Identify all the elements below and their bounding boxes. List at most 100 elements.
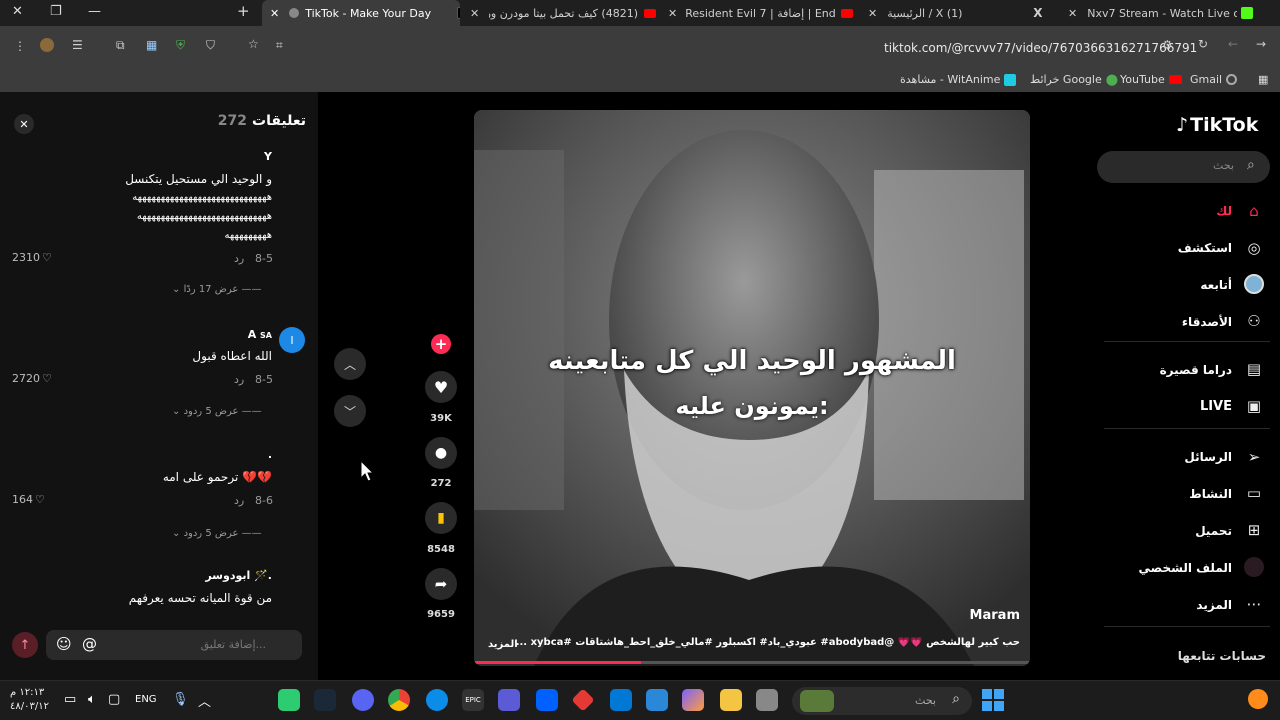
app-icon[interactable] — [278, 689, 300, 711]
comment-input[interactable]: ☺ @ إضافة تعليق... — [46, 630, 302, 660]
share-button[interactable]: ➦ — [425, 568, 457, 600]
comment-author[interactable]: . — [268, 448, 272, 461]
chrome-icon[interactable] — [388, 689, 410, 711]
comment-author[interactable]: A SA — [248, 328, 272, 341]
clock[interactable]: ١٢:١٣ م ٤٨/٠٣/١٢ — [10, 686, 49, 714]
restore-window-icon[interactable]: ❐ — [50, 4, 62, 19]
back-icon[interactable]: → — [1256, 37, 1266, 51]
media-icon[interactable]: ☰ — [72, 38, 83, 52]
site-settings-icon[interactable]: ⚙ — [1162, 38, 1173, 52]
previous-video-button[interactable]: ︿ — [334, 348, 366, 380]
tab-x[interactable]: ✕ الرئيسية / X (1) X — [860, 0, 1056, 26]
reload-icon[interactable]: ↻ — [1198, 37, 1208, 51]
taskbar-search[interactable]: بحث ⌕ — [792, 687, 972, 715]
tab-youtube-1[interactable]: ✕ (4821) كيف تحمل بيتا مودرن ورا... — [462, 0, 656, 26]
bookmark-maps[interactable]: خرائط Google ⬤ — [1030, 73, 1118, 86]
close-tab-icon[interactable]: ✕ — [270, 7, 279, 20]
close-comments-button[interactable]: ✕ — [14, 114, 34, 134]
extensions-icon[interactable]: ⧉ — [116, 38, 125, 53]
reply-button[interactable]: رد — [234, 373, 244, 386]
tiktok-logo[interactable]: ♪ TikTok — [1176, 114, 1258, 136]
shield-outline-icon[interactable]: ⛉ — [206, 38, 215, 53]
search-icon: ⌕ — [952, 691, 960, 707]
tab-youtube-2[interactable]: ✕ Resident Evil 7 | إضافة | End of Z — [660, 0, 856, 26]
video-caption-line-2: يمونون عليه: — [675, 392, 829, 420]
comment-like-button[interactable]: 2310 ♡ — [12, 251, 52, 264]
comment-count: 272 — [430, 478, 452, 489]
discord-icon[interactable] — [352, 689, 374, 711]
windows-start-icon[interactable] — [982, 689, 1004, 711]
translate-icon[interactable]: ⌗ — [276, 38, 283, 53]
app-icon[interactable] — [571, 688, 595, 712]
app-icon[interactable] — [498, 689, 520, 711]
comment-like-button[interactable]: 164 ♡ — [12, 493, 45, 506]
save-button[interactable]: ▮ — [425, 502, 457, 534]
view-replies-button[interactable]: ⌄ عرض 5 ردود —— — [172, 406, 262, 417]
close-window-icon[interactable]: ✕ — [12, 4, 23, 19]
network-icon[interactable]: ▢ — [108, 692, 120, 707]
battery-icon[interactable]: ▭ — [64, 692, 76, 707]
search-placeholder: بحث — [1213, 159, 1234, 172]
comment-author[interactable]: ابودوسر 🪄. — [205, 569, 272, 582]
edge-icon[interactable] — [426, 689, 448, 711]
chevron-up-icon[interactable]: ︿ — [198, 691, 211, 710]
tab-kick[interactable]: ✕ Nxv7 Stream - Watch Live on K — [1060, 0, 1256, 26]
bookmark-youtube[interactable]: YouTube — [1120, 73, 1182, 86]
shield-icon[interactable]: ⛨ — [176, 38, 185, 53]
emoji-icon[interactable]: ☺ — [56, 635, 72, 653]
extension-avatar-icon[interactable] — [40, 38, 54, 52]
view-replies-button[interactable]: ⌄ عرض 5 ردود —— — [172, 528, 262, 539]
extension-icon[interactable]: ▦ — [146, 38, 157, 52]
video-player[interactable]: المشهور الوحيد الي كل متابعينه يمونون عل… — [474, 110, 1030, 666]
comment-text: ههههههههههههههههههههههههههههه — [136, 211, 272, 222]
tab-tiktok[interactable]: ✕ TikTok - Make Your Day — [262, 0, 460, 26]
like-button[interactable]: ♥ — [425, 371, 457, 403]
star-icon[interactable]: ☆ — [248, 37, 259, 51]
avatar[interactable]: I — [279, 327, 305, 353]
volume-icon[interactable]: 🔈︎ — [88, 692, 96, 707]
close-tab-icon[interactable]: ✕ — [470, 7, 479, 20]
outlook-icon[interactable] — [610, 689, 632, 711]
close-tab-icon[interactable]: ✕ — [668, 7, 677, 20]
reply-button[interactable]: رد — [234, 494, 244, 507]
search-input[interactable]: ⌕ بحث — [1097, 151, 1270, 183]
reply-button[interactable]: رد — [234, 252, 244, 265]
bookmark-icon: ▮ — [437, 510, 445, 526]
more-icon: ⋯ — [1246, 595, 1262, 613]
follow-button[interactable]: + — [431, 334, 451, 354]
video-progress-track[interactable] — [474, 661, 1030, 664]
apps-icon[interactable]: ▦ — [1258, 73, 1268, 86]
menu-icon[interactable]: ⋮ — [14, 39, 26, 53]
mention-icon[interactable]: @ — [82, 635, 97, 653]
minimize-window-icon[interactable]: — — [88, 4, 101, 19]
url-text[interactable]: tiktok.com/@rcvvv77/video/76703663162717… — [884, 41, 1197, 55]
comment-author[interactable]: Y — [264, 150, 272, 163]
comment-like-button[interactable]: 2720 ♡ — [12, 372, 52, 385]
save-count: 8548 — [427, 544, 455, 555]
close-tab-icon[interactable]: ✕ — [868, 7, 877, 20]
copilot-icon[interactable] — [682, 689, 704, 711]
microphone-icon[interactable]: 🎙︎ — [172, 692, 189, 707]
app-icon[interactable] — [756, 689, 778, 711]
new-tab-icon[interactable]: + — [237, 2, 250, 20]
language-indicator[interactable]: ENG — [135, 694, 157, 705]
post-comment-button[interactable]: ↑ — [12, 632, 38, 658]
dropbox-icon[interactable] — [536, 689, 558, 711]
bookmark-gmail[interactable]: Gmail — [1190, 73, 1238, 86]
file-explorer-icon[interactable] — [720, 689, 742, 711]
bookmark-witanime[interactable]: مشاهدة - WitAnime — [900, 73, 1017, 86]
witanime-icon — [1004, 73, 1017, 86]
close-tab-icon[interactable]: ✕ — [1068, 7, 1077, 20]
windows-taskbar: ١٢:١٣ م ٤٨/٠٣/١٢ ▭ 🔈︎ ▢ ENG 🎙︎ ︿ EPIC بح… — [0, 680, 1280, 720]
comments-header: تعليقات 272 — [218, 113, 306, 129]
notification-icon[interactable] — [1248, 689, 1268, 709]
store-icon[interactable] — [646, 689, 668, 711]
comment-button[interactable]: ● — [425, 437, 457, 469]
view-replies-button[interactable]: ⌄ عرض 17 ردًا —— — [172, 284, 262, 295]
epic-games-icon[interactable]: EPIC — [462, 689, 484, 711]
steam-icon[interactable] — [314, 689, 336, 711]
forward-icon[interactable]: ← — [1228, 37, 1238, 51]
next-video-button[interactable]: ﹀ — [334, 395, 366, 427]
video-author[interactable]: Maram — [970, 608, 1020, 623]
more-description-button[interactable]: المزيد — [488, 639, 518, 650]
